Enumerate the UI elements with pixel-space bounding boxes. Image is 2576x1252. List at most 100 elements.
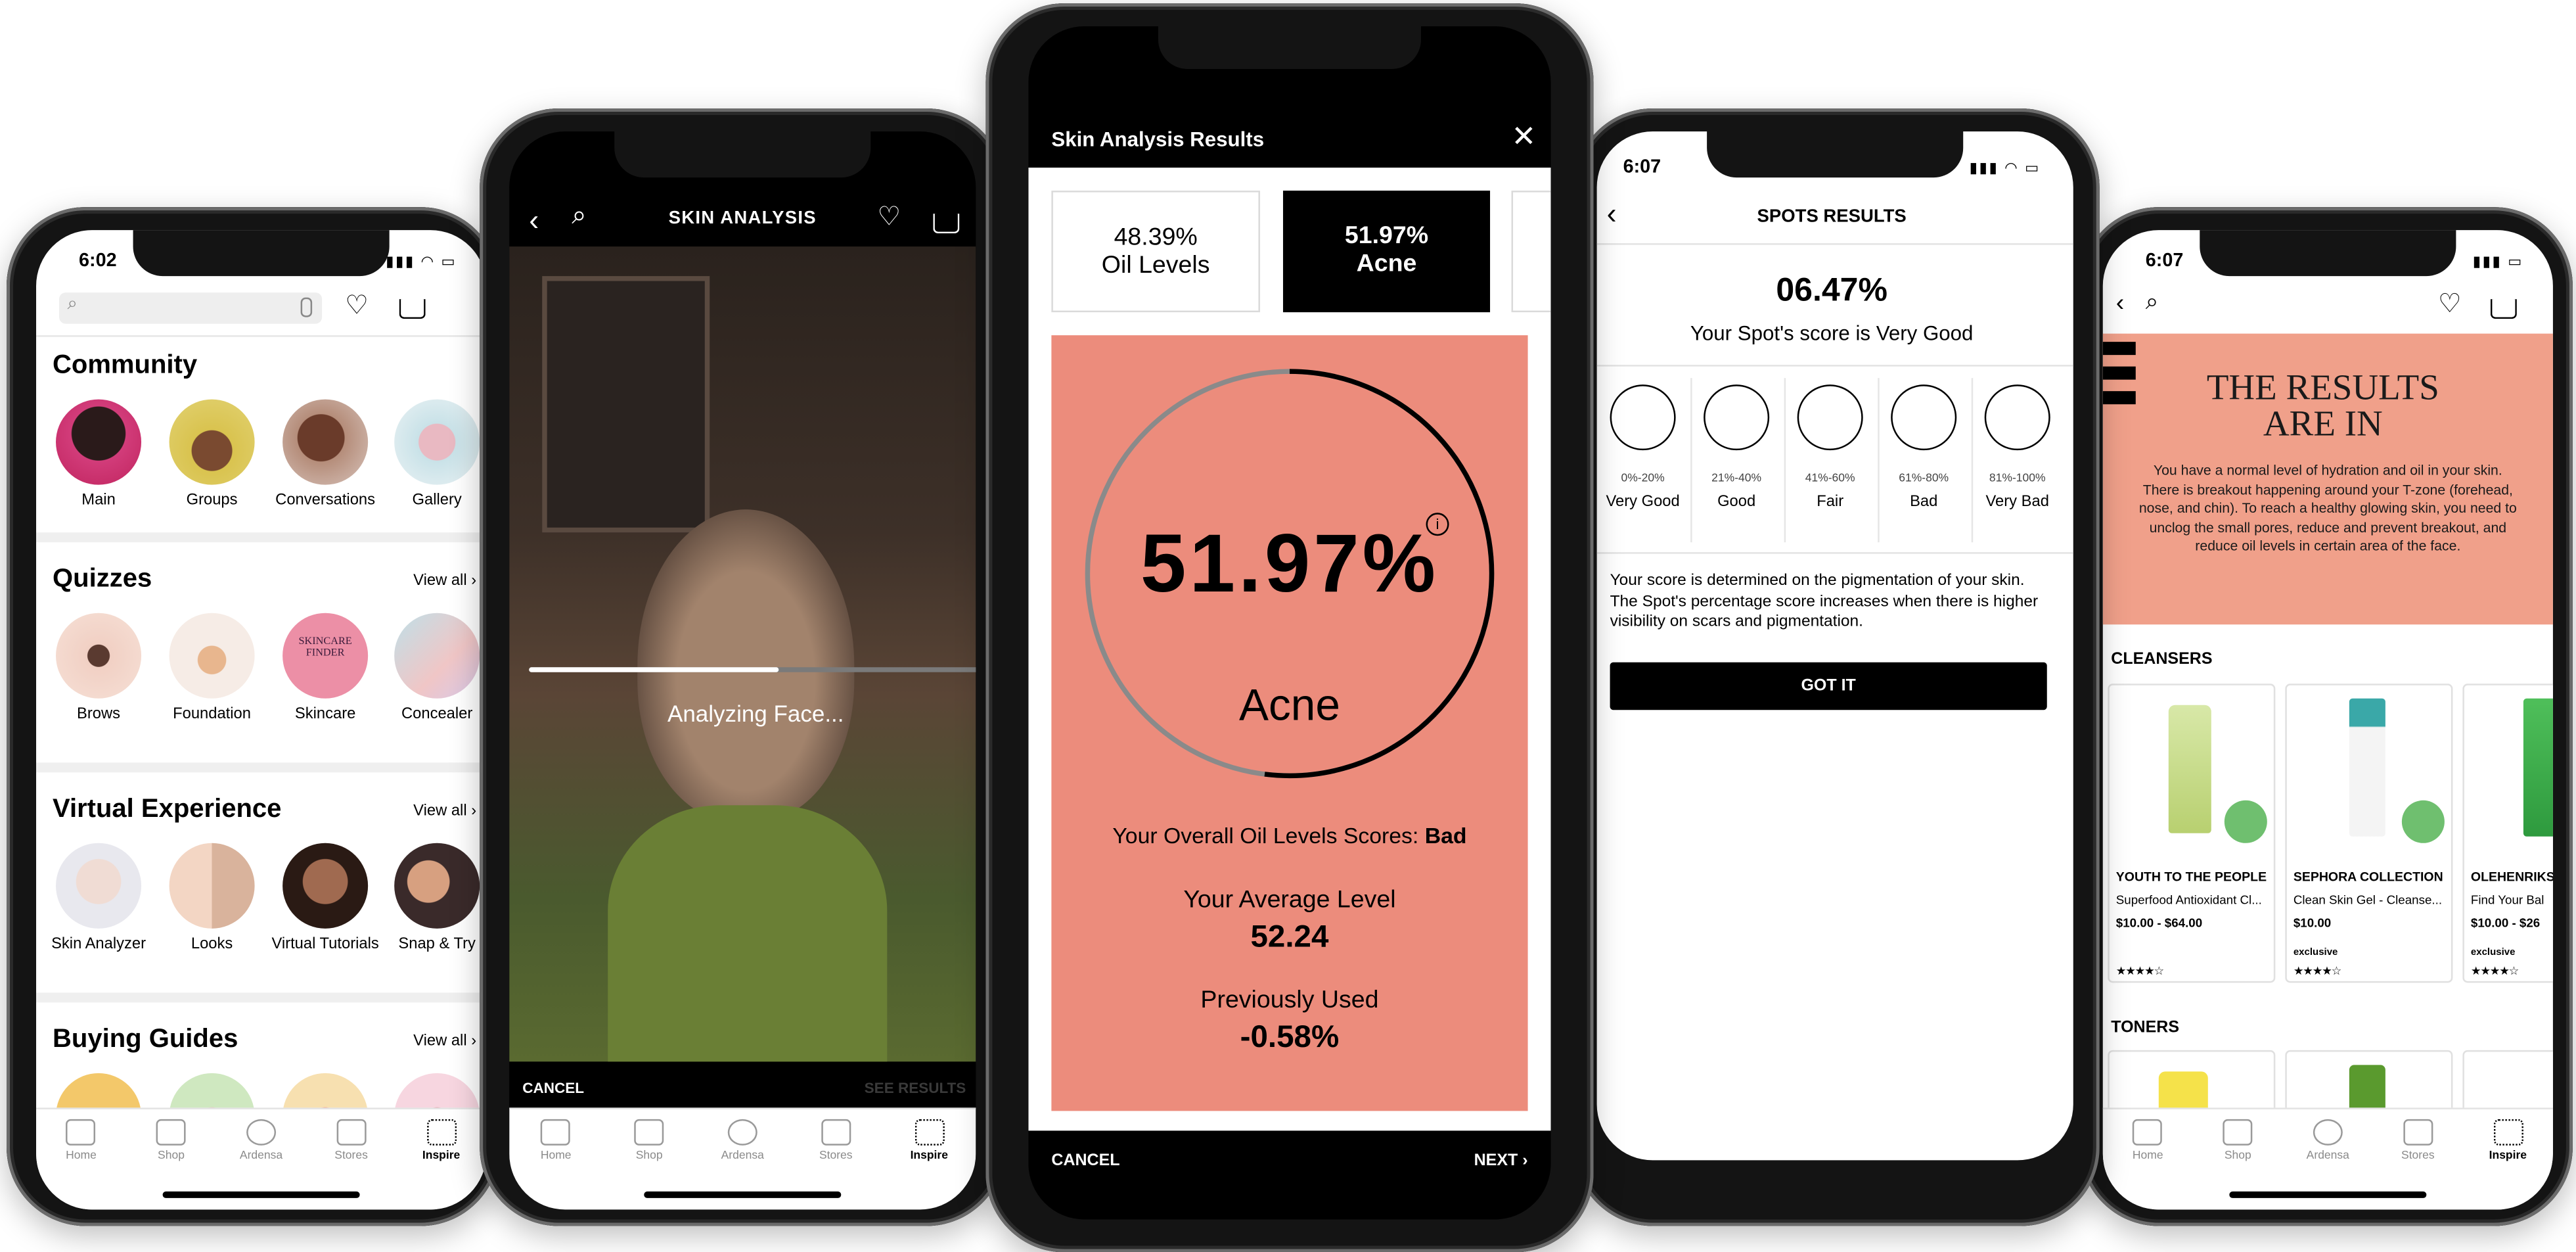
community-gallery-image[interactable] xyxy=(394,399,480,485)
range-label: Very Good xyxy=(1606,493,1680,511)
banner-text: You have a normal level of hydration and… xyxy=(2138,461,2517,554)
quiz-skincare-image[interactable]: SKINCARE FINDER xyxy=(282,613,369,699)
home-icon xyxy=(541,1119,571,1146)
banner-title: THE RESULTS ARE IN xyxy=(2206,366,2439,444)
results-panel: 48.39% Oil Levels 51.97% Acne i 51.97% A… xyxy=(1028,168,1551,1131)
community-groups-image[interactable] xyxy=(169,399,255,485)
store-icon xyxy=(821,1119,851,1146)
tab-home[interactable]: Home xyxy=(2107,1119,2189,1210)
quiz-foundation-label: Foundation xyxy=(173,705,252,724)
analysis-status: Analyzing Face... xyxy=(667,700,844,727)
product-exclusive: exclusive xyxy=(2470,948,2516,958)
mic-icon[interactable] xyxy=(300,297,313,317)
looks-label: Looks xyxy=(191,935,233,954)
home-icon xyxy=(66,1119,97,1146)
previous-value: -0.58% xyxy=(1240,1020,1340,1055)
close-icon[interactable]: ✕ xyxy=(1512,120,1537,155)
community-gallery-label: Gallery xyxy=(412,491,462,510)
virtual-tutorials-image[interactable] xyxy=(282,843,369,929)
sparkle-icon xyxy=(914,1119,944,1146)
home-icon xyxy=(2133,1119,2163,1146)
quiz-concealer-label: Concealer xyxy=(401,705,473,724)
community-main-image[interactable] xyxy=(56,399,142,485)
heart-icon[interactable]: ♡ xyxy=(345,289,369,322)
progress-fill xyxy=(529,667,779,672)
product-rating: ★★★★☆ xyxy=(2293,966,2341,978)
heart-icon[interactable]: ♡ xyxy=(877,200,901,233)
profile-icon xyxy=(2313,1119,2343,1146)
range-percent: 61%-80% xyxy=(1899,473,1949,485)
sparkle-icon xyxy=(2493,1119,2523,1146)
oil-levels-card[interactable]: 48.39% Oil Levels xyxy=(1051,191,1260,313)
snap-try-image[interactable] xyxy=(394,843,480,929)
phone-skin-analysis: ‹ ⌕ SKIN ANALYSIS ♡ Analyzing Face... CA… xyxy=(480,108,1006,1226)
face-image xyxy=(637,509,855,822)
guides-view-all[interactable]: View all › xyxy=(413,1032,476,1050)
average-value: 52.24 xyxy=(1250,920,1329,955)
range-label: Good xyxy=(1717,493,1756,511)
tab-home[interactable]: Home xyxy=(40,1119,122,1210)
community-conversations-label: Conversations xyxy=(275,491,376,510)
looks-image[interactable] xyxy=(169,843,255,929)
product-image xyxy=(2523,698,2553,837)
status-time: 6:07 xyxy=(2145,251,2184,271)
product-card[interactable]: YOUTH TO THE PEOPLE Superfood Antioxidan… xyxy=(2108,684,2276,983)
tab-inspire[interactable]: Inspire xyxy=(888,1119,970,1210)
phone-spots-results: 6:07 ▮▮▮ ◠ ▭ ‹ SPOTS RESULTS 06.47% Your… xyxy=(1573,108,2100,1226)
basket-icon[interactable] xyxy=(933,214,960,234)
store-icon xyxy=(336,1119,367,1146)
range-fair-icon xyxy=(1797,384,1863,451)
tab-home[interactable]: Home xyxy=(515,1119,597,1210)
quiz-skincare-label: Skincare xyxy=(294,705,356,724)
product-name: Clean Skin Gel - Cleanse... xyxy=(2293,892,2443,908)
virtual-view-all[interactable]: View all › xyxy=(413,802,476,820)
quiz-foundation-image[interactable] xyxy=(169,613,255,699)
tab-inspire[interactable]: Inspire xyxy=(2467,1119,2549,1210)
search-icon[interactable]: ⌕ xyxy=(2146,288,2159,316)
range-label: Very Bad xyxy=(1985,493,2049,511)
product-price: $10.00 - $64.00 xyxy=(2115,915,2203,931)
next-card[interactable] xyxy=(1511,191,1551,313)
community-title: Community xyxy=(53,352,198,380)
see-results-button[interactable]: SEE RESULTS xyxy=(865,1080,966,1096)
acne-card[interactable]: 51.97% Acne xyxy=(1282,191,1491,313)
product-exclusive: exclusive xyxy=(2293,948,2338,958)
cancel-button[interactable]: CANCEL xyxy=(1051,1152,1119,1171)
product-card[interactable]: OLEHENRIKS Find Your Bal $10.00 - $26 ex… xyxy=(2462,684,2553,983)
skin-analyzer-image[interactable] xyxy=(56,843,142,929)
tab-inspire[interactable]: Inspire xyxy=(400,1119,482,1210)
search-input[interactable]: ⌕ xyxy=(59,292,323,324)
average-label: Your Average Level xyxy=(1183,885,1396,914)
clean-badge-icon xyxy=(2401,800,2445,843)
cancel-button[interactable]: CANCEL xyxy=(522,1080,584,1096)
buying-guides-title: Buying Guides xyxy=(53,1025,238,1054)
product-rating: ★★★★☆ xyxy=(2115,966,2164,978)
product-card[interactable]: SEPHORA COLLECTION Clean Skin Gel - Clea… xyxy=(2285,684,2453,983)
basket-icon[interactable] xyxy=(399,299,426,319)
got-it-button[interactable]: GOT IT xyxy=(1610,662,2047,710)
quiz-concealer-image[interactable] xyxy=(394,613,480,699)
community-main-label: Main xyxy=(81,491,116,510)
community-conversations-image[interactable] xyxy=(282,399,369,485)
next-button[interactable]: NEXT › xyxy=(1474,1152,1528,1171)
product-price: $10.00 - $26 xyxy=(2470,915,2541,931)
profile-icon xyxy=(727,1119,757,1146)
profile-icon xyxy=(246,1119,277,1146)
quizzes-view-all[interactable]: View all › xyxy=(413,572,476,590)
back-icon[interactable]: ‹ xyxy=(2116,289,2125,317)
product-brand: SEPHORA COLLECTION xyxy=(2293,869,2443,885)
quiz-brows-image[interactable] xyxy=(56,613,142,699)
shop-icon xyxy=(634,1119,664,1146)
status-icons: ▮▮▮ ▭ xyxy=(2472,253,2523,270)
basket-icon[interactable] xyxy=(2490,299,2517,319)
cleansers-title: CLEANSERS xyxy=(2111,651,2213,669)
quizzes-title: Quizzes xyxy=(53,565,152,593)
sparkle-icon xyxy=(426,1119,457,1146)
gauge-value: 51.97% xyxy=(1140,517,1439,610)
search-icon: ⌕ xyxy=(67,294,78,314)
camera-preview xyxy=(509,246,976,1069)
toners-title: TONERS xyxy=(2111,1019,2180,1037)
heart-icon[interactable]: ♡ xyxy=(2438,288,2462,321)
previous-label: Previously Used xyxy=(1200,986,1379,1014)
product-name: Find Your Bal xyxy=(2470,892,2544,908)
